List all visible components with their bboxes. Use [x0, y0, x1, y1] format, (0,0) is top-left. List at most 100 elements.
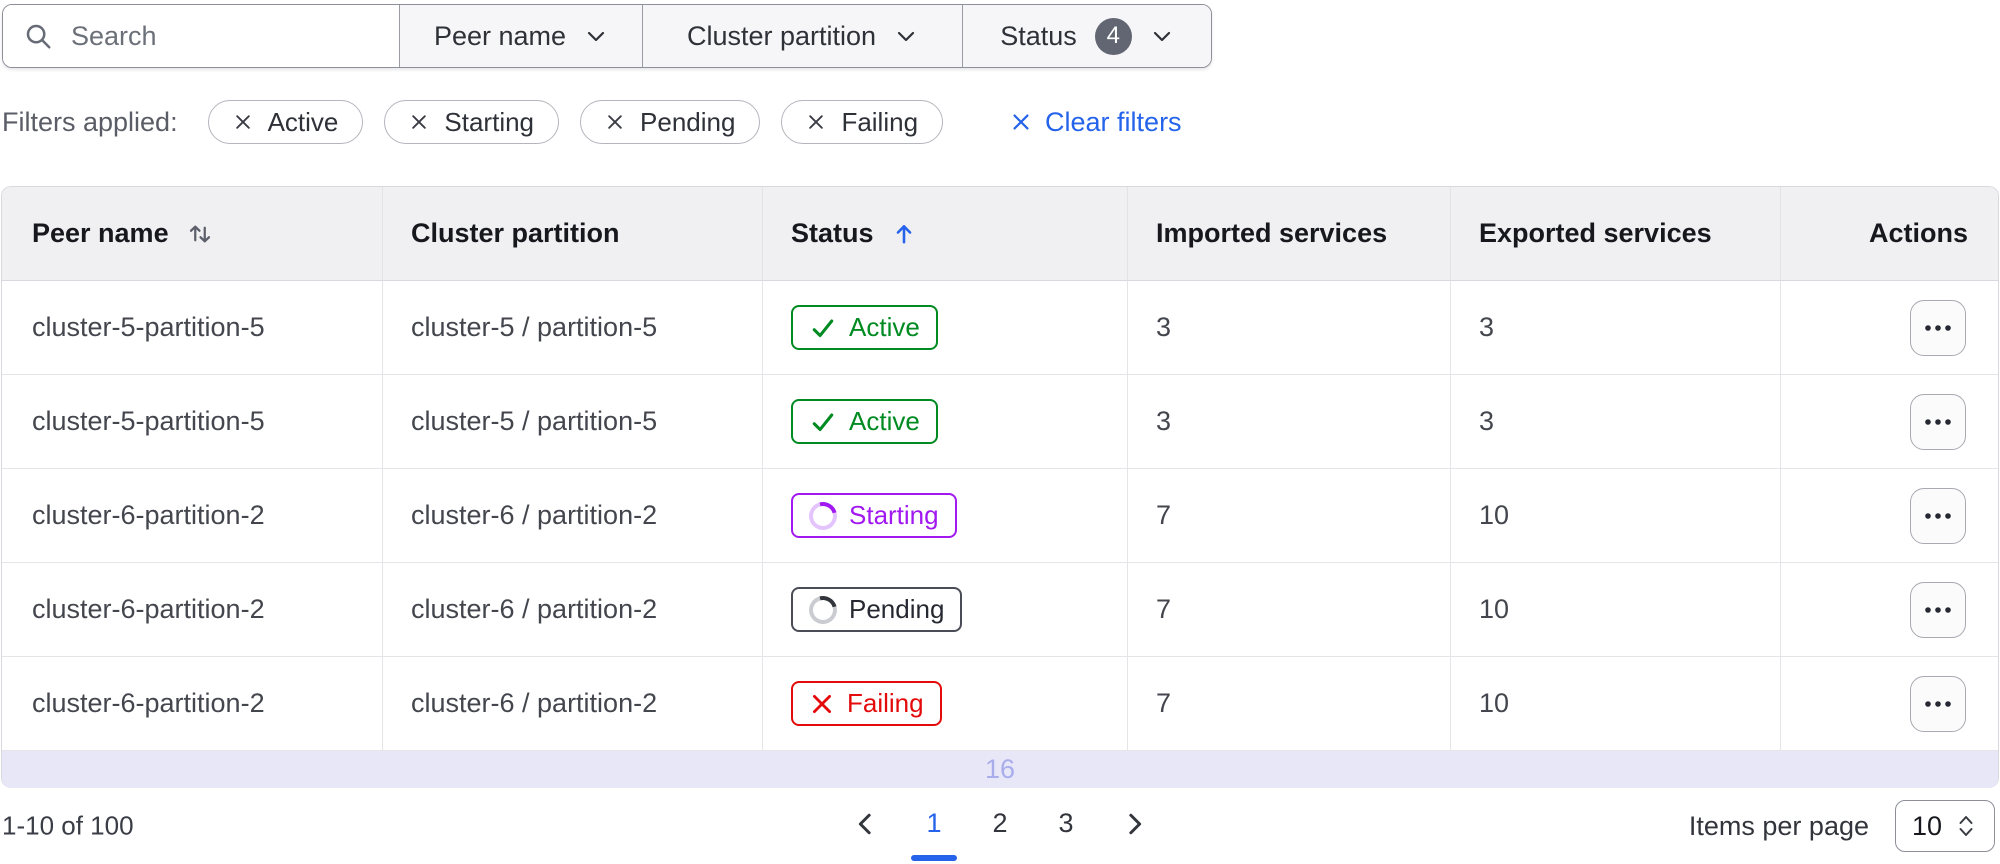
cell-peer-name: cluster-6-partition-2	[2, 469, 382, 563]
cluster-partition-filter-dropdown[interactable]: Cluster partition	[642, 5, 962, 67]
filter-chip-active[interactable]: Active	[207, 100, 364, 144]
cell-peer-name: cluster-6-partition-2	[2, 563, 382, 657]
cell-exported-services: 10	[1450, 563, 1780, 657]
cell-peer-name: cluster-5-partition-5	[2, 281, 382, 375]
peer-name-filter-label: Peer name	[433, 20, 567, 51]
table-row: cluster-6-partition-2 cluster-6 / partit…	[2, 563, 1998, 657]
status-badge: Pending	[791, 587, 963, 632]
row-actions-menu-button[interactable]	[1910, 393, 1966, 450]
search-box[interactable]	[3, 5, 399, 67]
cell-exported-services: 10	[1450, 657, 1780, 751]
column-header-imported-services: Imported services	[1127, 187, 1450, 281]
filter-bar: Peer name Cluster partition Status 4	[2, 4, 1212, 68]
column-header-actions: Actions	[1780, 187, 1998, 281]
filter-chip-label: Pending	[640, 106, 736, 137]
column-header-label: Peer name	[32, 218, 169, 248]
filters-applied-row: Filters applied: Active Starting Pending…	[2, 100, 1182, 144]
page-button-2[interactable]: 2	[987, 808, 1013, 839]
items-per-page-label: Items per page	[1688, 810, 1869, 841]
spinner-icon	[803, 590, 843, 629]
ellipsis-icon	[1921, 322, 1955, 334]
status-badge-label: Starting	[849, 500, 939, 530]
cell-cluster-partition: cluster-5 / partition-5	[382, 375, 762, 469]
ellipsis-icon	[1921, 698, 1955, 710]
peers-table: Peer name Cluster partition Status Impor…	[1, 186, 1999, 788]
status-badge-label: Active	[849, 406, 920, 436]
column-header-label: Status	[791, 218, 874, 248]
filter-chip-label: Active	[267, 106, 339, 137]
row-actions-menu-button[interactable]	[1910, 581, 1966, 638]
table-row: cluster-5-partition-5 cluster-5 / partit…	[2, 281, 1998, 375]
spinner-icon	[803, 496, 843, 535]
row-actions-menu-button[interactable]	[1910, 299, 1966, 356]
cell-exported-services: 3	[1450, 375, 1780, 469]
search-input[interactable]	[69, 19, 379, 53]
clear-filters-label: Clear filters	[1045, 106, 1182, 137]
clear-filters-x-icon	[1010, 111, 1032, 133]
status-filter-label: Status	[1000, 20, 1077, 51]
items-per-page-value: 10	[1911, 810, 1943, 841]
page-button-3[interactable]: 3	[1053, 808, 1079, 839]
status-badge: Failing	[791, 681, 942, 726]
sort-both-icon	[185, 219, 215, 249]
column-header-peer-name[interactable]: Peer name	[2, 187, 382, 281]
filter-chip-pending[interactable]: Pending	[580, 100, 761, 144]
cell-imported-services: 3	[1127, 375, 1450, 469]
remove-filter-icon[interactable]	[233, 112, 253, 132]
cell-status: Active	[762, 281, 1127, 375]
status-badge: Starting	[791, 493, 957, 538]
status-filter-dropdown[interactable]: Status 4	[962, 5, 1211, 67]
search-icon	[23, 21, 53, 51]
page-button-1[interactable]: 1	[921, 808, 947, 839]
chevron-down-icon	[1150, 24, 1174, 48]
cell-imported-services: 7	[1127, 469, 1450, 563]
column-header-exported-services: Exported services	[1450, 187, 1780, 281]
pagination-bar: 1-10 of 100 1 2 3 Items per page 10	[0, 788, 2000, 864]
chevron-down-icon	[584, 24, 608, 48]
clear-filters-button[interactable]: Clear filters	[1010, 107, 1182, 138]
cell-status: Failing	[762, 657, 1127, 751]
column-header-label: Imported services	[1156, 218, 1388, 248]
items-per-page: Items per page 10	[1689, 800, 1995, 852]
cell-peer-name: cluster-6-partition-2	[2, 657, 382, 751]
filter-chip-failing[interactable]: Failing	[781, 100, 944, 144]
remove-filter-icon[interactable]	[806, 112, 826, 132]
status-badge-label: Failing	[847, 688, 924, 718]
status-badge: Active	[791, 399, 938, 444]
partial-row-text: 16	[984, 754, 1016, 784]
status-badge-label: Pending	[849, 594, 945, 624]
remove-filter-icon[interactable]	[409, 112, 429, 132]
row-actions-menu-button[interactable]	[1910, 487, 1966, 544]
cell-imported-services: 3	[1127, 281, 1450, 375]
filter-chip-label: Starting	[444, 106, 535, 137]
remove-filter-icon[interactable]	[605, 112, 625, 132]
next-page-button[interactable]	[1119, 809, 1149, 839]
column-header-cluster-partition: Cluster partition	[382, 187, 762, 281]
cell-status: Starting	[762, 469, 1127, 563]
row-actions-menu-button[interactable]	[1910, 675, 1966, 732]
stepper-chevrons-icon	[1954, 812, 1978, 840]
column-header-label: Exported services	[1479, 218, 1712, 248]
ellipsis-icon	[1921, 510, 1955, 522]
cell-cluster-partition: cluster-5 / partition-5	[382, 281, 762, 375]
partially-visible-row: 16	[2, 751, 1998, 788]
peer-name-filter-dropdown[interactable]: Peer name	[399, 5, 642, 67]
pagination-range-label: 1-10 of 100	[2, 810, 134, 841]
pager: 1 2 3	[851, 808, 1149, 839]
status-badge: Active	[791, 305, 938, 350]
cell-exported-services: 10	[1450, 469, 1780, 563]
filter-chip-starting[interactable]: Starting	[384, 100, 560, 144]
cell-actions	[1780, 657, 1998, 751]
cell-cluster-partition: cluster-6 / partition-2	[382, 563, 762, 657]
check-icon	[809, 408, 837, 436]
items-per-page-select[interactable]: 10	[1895, 800, 1995, 852]
previous-page-button[interactable]	[851, 809, 881, 839]
x-icon	[809, 691, 835, 717]
sort-ascending-icon	[890, 220, 918, 248]
table-row: cluster-6-partition-2 cluster-6 / partit…	[2, 469, 1998, 563]
cell-status: Active	[762, 375, 1127, 469]
column-header-status[interactable]: Status	[762, 187, 1127, 281]
filter-chip-label: Failing	[841, 106, 919, 137]
cell-actions	[1780, 469, 1998, 563]
cell-cluster-partition: cluster-6 / partition-2	[382, 657, 762, 751]
